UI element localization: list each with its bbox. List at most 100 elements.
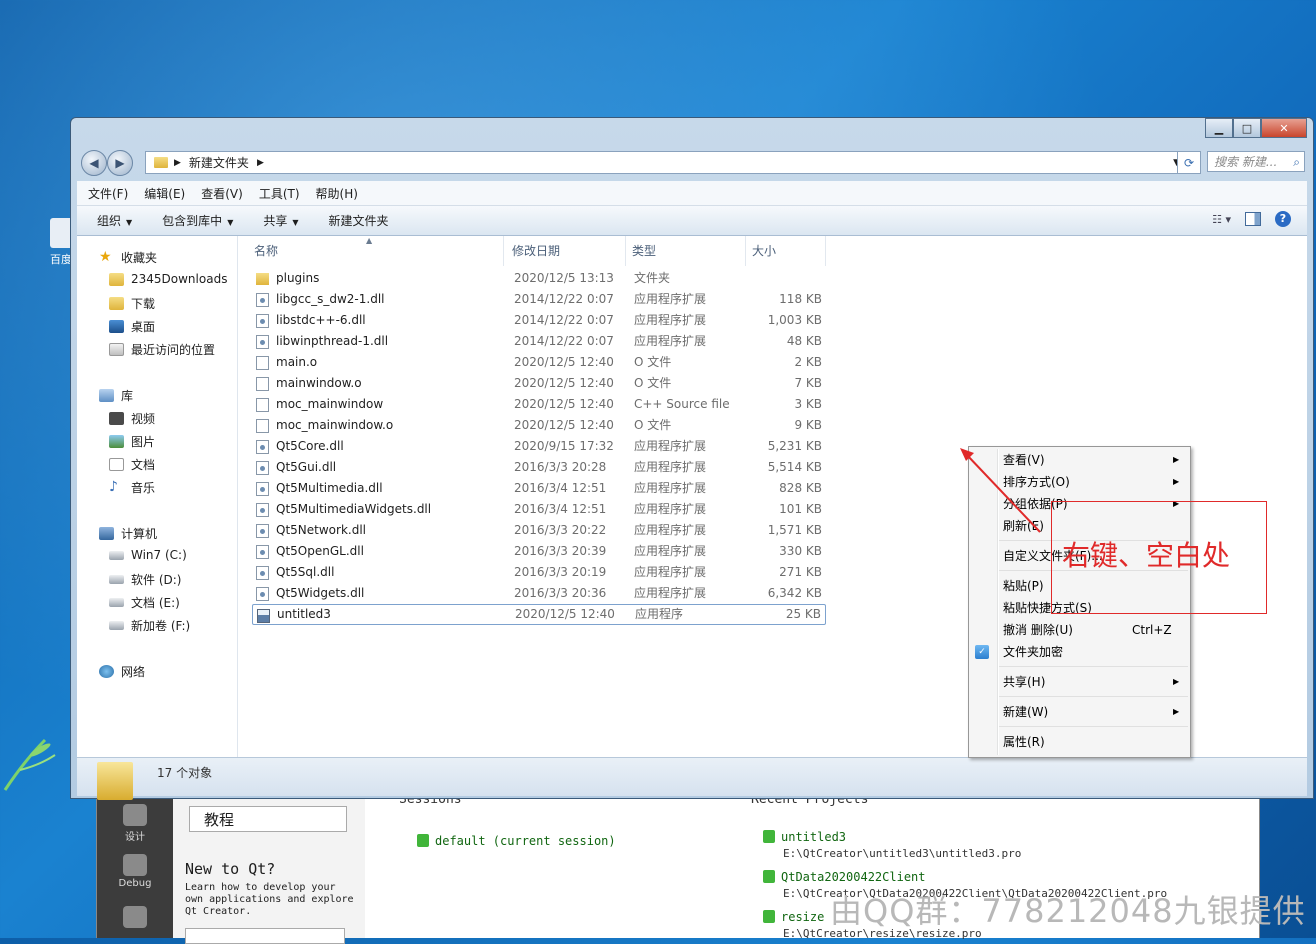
folder-icon xyxy=(256,273,269,285)
file-date: 2016/3/3 20:36 xyxy=(514,586,607,600)
file-row[interactable]: libgcc_s_dw2-1.dll 2014/12/22 0:07 应用程序扩展 1… xyxy=(252,289,826,310)
dll-file-icon xyxy=(256,566,269,580)
refresh-button[interactable]: ⟳ xyxy=(1177,151,1201,174)
tutorials-button[interactable]: 教程 xyxy=(189,806,347,832)
menu-item-properties[interactable]: 属性(R) xyxy=(1003,732,1045,752)
nav-item-videos[interactable]: 视频 xyxy=(109,410,155,427)
qt-mode-bar: 设计 Debug xyxy=(97,790,173,938)
menu-item-sort[interactable]: 排序方式(O) ▶ xyxy=(1003,472,1179,492)
file-row[interactable]: Qt5Gui.dll 2016/3/3 20:28 应用程序扩展 5,514 KB xyxy=(252,457,826,478)
file-row[interactable]: Qt5MultimediaWidgets.dll 2016/3/4 12:51 应用… xyxy=(252,499,826,520)
file-row[interactable]: plugins 2020/12/5 13:13 文件夹 xyxy=(252,268,826,289)
file-size: 1,003 KB xyxy=(767,313,822,327)
navigation-pane: ★ 收藏夹 2345Downloads 下载 桌面 最近访问的位置 库 视频 图片… xyxy=(77,236,238,758)
menu-item-paste[interactable]: 粘贴(P) xyxy=(1003,576,1044,596)
menu-tools[interactable]: 工具(T) xyxy=(259,185,300,202)
file-size: 5,231 KB xyxy=(767,439,822,453)
menu-separator xyxy=(999,696,1188,697)
file-type: O 文件 xyxy=(634,376,672,390)
nav-item-drive-d[interactable]: 软件 (D:) xyxy=(109,571,181,588)
close-button[interactable]: ✕ xyxy=(1261,118,1307,138)
menu-file[interactable]: 文件(F) xyxy=(88,185,128,202)
preview-pane-icon[interactable] xyxy=(1245,212,1261,226)
share-button[interactable]: 共享 ▼ xyxy=(263,212,298,229)
file-row[interactable]: untitled3 2020/12/5 12:40 应用程序 25 KB xyxy=(252,604,826,625)
nav-item-desktop[interactable]: 桌面 xyxy=(109,318,155,335)
menu-item-share[interactable]: 共享(H) ▶ xyxy=(1003,672,1179,692)
menu-item-refresh[interactable]: 刷新(E) xyxy=(1003,516,1044,536)
column-date[interactable]: 修改日期 xyxy=(506,236,626,266)
nav-item-2345downloads[interactable]: 2345Downloads xyxy=(109,272,227,286)
nav-item-drive-c[interactable]: Win7 (C:) xyxy=(109,548,187,562)
file-row[interactable]: Qt5Network.dll 2016/3/3 20:22 应用程序扩展 1,571 … xyxy=(252,520,826,541)
nav-libraries[interactable]: 库 xyxy=(99,387,133,404)
help-icon[interactable]: ? xyxy=(1275,211,1291,227)
breadcrumb-separator-icon: ▶ xyxy=(174,157,181,168)
menu-help[interactable]: 帮助(H) xyxy=(316,185,358,202)
nav-item-downloads[interactable]: 下载 xyxy=(109,295,155,312)
file-size: 2 KB xyxy=(794,355,822,369)
file-row[interactable]: moc_mainwindow 2020/12/5 12:40 C++ Source … xyxy=(252,394,826,415)
search-icon[interactable]: ⌕ xyxy=(1293,152,1300,173)
column-name[interactable]: 名称 xyxy=(248,236,504,266)
file-row[interactable]: Qt5Core.dll 2020/9/15 17:32 应用程序扩展 5,231 KB xyxy=(252,436,826,457)
mode-projects[interactable] xyxy=(107,906,163,930)
forward-button[interactable]: ▶ xyxy=(107,150,133,176)
file-row[interactable]: main.o 2020/12/5 12:40 O 文件 2 KB xyxy=(252,352,826,373)
recent-project-item[interactable]: untitled3 xyxy=(763,830,846,844)
new-to-qt-text: Learn how to develop your own applicatio… xyxy=(185,882,354,917)
organize-button[interactable]: 组织 ▼ xyxy=(97,212,132,229)
menu-item-new[interactable]: 新建(W) ▶ xyxy=(1003,702,1179,722)
view-options-icon[interactable]: ☷ ▾ xyxy=(1212,213,1231,226)
column-headers: 名称 ▲ 修改日期 类型 大小 xyxy=(238,236,1307,266)
menu-item-undo[interactable]: 撤消 删除(U) Ctrl+Z xyxy=(1003,620,1172,640)
file-row[interactable]: libwinpthread-1.dll 2014/12/22 0:07 应用程序扩展… xyxy=(252,331,826,352)
nav-item-drive-f[interactable]: 新加卷 (F:) xyxy=(109,617,190,634)
minimize-button[interactable]: ▁ xyxy=(1205,118,1233,138)
menu-edit[interactable]: 编辑(E) xyxy=(144,185,185,202)
file-row[interactable]: libstdc++-6.dll 2014/12/22 0:07 应用程序扩展 1,00… xyxy=(252,310,826,331)
file-row[interactable]: Qt5Widgets.dll 2016/3/3 20:36 应用程序扩展 6,342 … xyxy=(252,583,826,604)
file-name: Qt5Sql.dll xyxy=(276,565,335,579)
file-size: 828 KB xyxy=(779,481,822,495)
nav-item-music[interactable]: ♪ 音乐 xyxy=(109,479,155,496)
file-name: Qt5OpenGL.dll xyxy=(276,544,364,558)
file-row[interactable]: Qt5Multimedia.dll 2016/3/4 12:51 应用程序扩展 828… xyxy=(252,478,826,499)
breadcrumb-chevron-icon[interactable]: ▶ xyxy=(257,158,264,168)
nav-item-recent[interactable]: 最近访问的位置 xyxy=(109,341,215,358)
nav-computer[interactable]: 计算机 xyxy=(99,525,157,542)
nav-item-drive-e[interactable]: 文档 (E:) xyxy=(109,594,180,611)
search-input[interactable]: 搜索 新建... ⌕ xyxy=(1207,151,1305,172)
address-row: ◀ ▶ ▶ 新建文件夹 ▶ ▼ ⟳ 搜索 新建... ⌕ xyxy=(79,150,1305,176)
back-button[interactable]: ◀ xyxy=(81,150,107,176)
nav-favorites[interactable]: ★ 收藏夹 xyxy=(99,249,157,266)
file-date: 2016/3/3 20:22 xyxy=(514,523,607,537)
menu-view[interactable]: 查看(V) xyxy=(201,185,243,202)
get-started-button[interactable] xyxy=(185,928,345,944)
file-row[interactable]: mainwindow.o 2020/12/5 12:40 O 文件 7 KB xyxy=(252,373,826,394)
pictures-icon xyxy=(109,435,124,448)
chevron-down-icon: ▼ xyxy=(292,218,299,227)
breadcrumb-current[interactable]: 新建文件夹 xyxy=(189,154,249,171)
include-in-library-button[interactable]: 包含到库中 ▼ xyxy=(162,212,233,229)
new-folder-button[interactable]: 新建文件夹 xyxy=(329,212,389,229)
file-row[interactable]: Qt5Sql.dll 2016/3/3 20:19 应用程序扩展 271 KB xyxy=(252,562,826,583)
encrypt-icon: ✓ xyxy=(975,645,989,659)
recent-project-item[interactable]: resize xyxy=(763,910,824,924)
maximize-button[interactable]: □ xyxy=(1233,118,1261,138)
file-icon xyxy=(256,377,269,391)
column-type[interactable]: 类型 xyxy=(626,236,746,266)
nav-item-documents[interactable]: 文档 xyxy=(109,456,155,473)
menu-item-view[interactable]: 查看(V) ▶ xyxy=(1003,450,1179,470)
nav-item-pictures[interactable]: 图片 xyxy=(109,433,155,450)
mode-design[interactable]: 设计 xyxy=(107,804,163,843)
file-row[interactable]: moc_mainwindow.o 2020/12/5 12:40 O 文件 9 KB xyxy=(252,415,826,436)
mode-debug[interactable]: Debug xyxy=(107,854,163,889)
recent-project-item[interactable]: QtData20200422Client xyxy=(763,870,926,884)
nav-network[interactable]: 网络 xyxy=(99,663,145,680)
session-item[interactable]: default (current session) xyxy=(417,834,616,848)
file-row[interactable]: Qt5OpenGL.dll 2016/3/3 20:39 应用程序扩展 330 KB xyxy=(252,541,826,562)
address-bar[interactable]: ▶ 新建文件夹 ▶ ▼ xyxy=(145,151,1185,174)
column-size[interactable]: 大小 xyxy=(746,236,826,266)
menu-item-encrypt[interactable]: 文件夹加密 xyxy=(1003,642,1063,662)
